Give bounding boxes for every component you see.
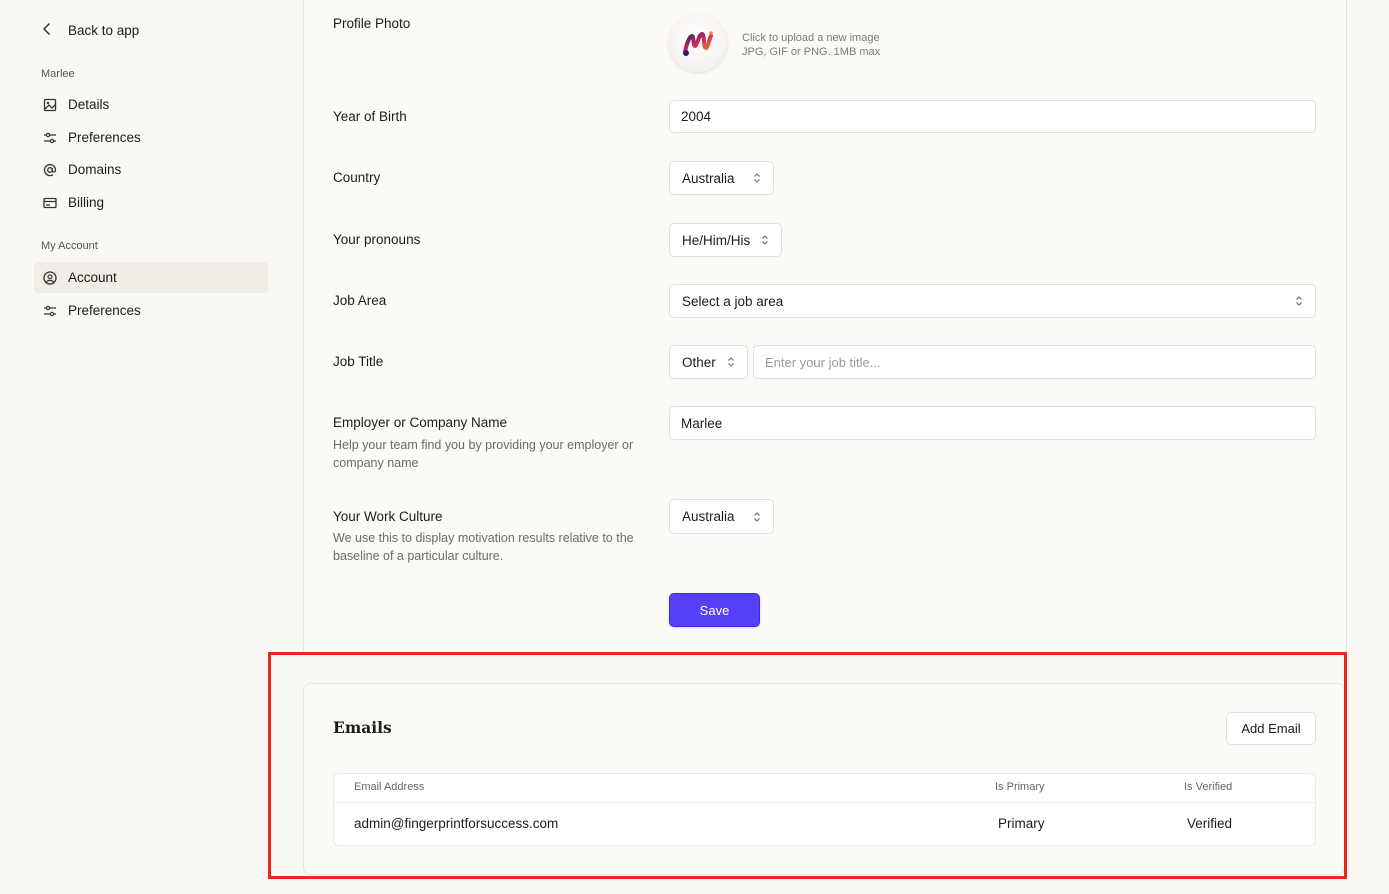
emails-title: Emails xyxy=(333,718,392,737)
upload-hint: Click to upload a new image xyxy=(742,32,880,44)
employer-value: Marlee xyxy=(681,415,723,431)
column-header-verified: Is Verified xyxy=(1184,781,1233,793)
year-of-birth-value: 2004 xyxy=(681,109,712,124)
pronouns-value: He/Him/His xyxy=(682,232,751,248)
job-title-input[interactable]: Enter your job title... xyxy=(753,345,1316,379)
sidebar-item-label: Account xyxy=(68,270,117,285)
credit-card-icon xyxy=(42,195,58,211)
save-button[interactable]: Save xyxy=(669,593,760,627)
email-verified-cell: Verified xyxy=(1187,816,1233,831)
job-area-label: Job Area xyxy=(333,293,387,308)
employer-input[interactable]: Marlee xyxy=(669,406,1316,440)
job-area-value: Select a job area xyxy=(682,293,784,309)
country-label: Country xyxy=(333,170,381,185)
sidebar-item-domains[interactable]: Domains xyxy=(34,154,268,185)
email-address-cell: admin@fingerprintforsuccess.com xyxy=(354,816,559,831)
upload-formats: JPG, GIF or PNG. 1MB max xyxy=(742,46,881,58)
work-culture-help-text: We use this to display motivation result… xyxy=(333,531,634,563)
year-of-birth-label: Year of Birth xyxy=(333,109,407,124)
select-caret-icon xyxy=(1295,295,1303,307)
employer-label: Employer or Company Name xyxy=(333,415,508,430)
job-title-label: Job Title xyxy=(333,354,384,369)
job-title-type-value: Other xyxy=(682,354,716,370)
job-title-placeholder: Enter your job title... xyxy=(765,354,881,370)
sidebar-item-billing[interactable]: Billing xyxy=(34,187,268,218)
image-icon xyxy=(42,97,58,113)
user-circle-icon xyxy=(42,270,58,286)
work-culture-select[interactable]: Australia xyxy=(669,499,774,534)
email-primary-cell: Primary xyxy=(998,816,1045,831)
chevron-left-icon xyxy=(40,22,54,39)
upload-instructions[interactable]: Click to upload a new image JPG, GIF or … xyxy=(742,31,880,59)
pronouns-select[interactable]: He/Him/His xyxy=(669,223,782,257)
marlee-logo-icon xyxy=(683,31,713,56)
table-header-divider xyxy=(334,802,1315,803)
add-email-button[interactable]: Add Email xyxy=(1226,712,1316,745)
sidebar-item-label: Preferences xyxy=(68,303,141,318)
back-to-app-link[interactable]: Back to app xyxy=(40,20,139,40)
sliders-icon xyxy=(42,130,58,146)
select-caret-icon xyxy=(753,511,761,523)
section-label-org: Marlee xyxy=(41,68,75,80)
sidebar-item-account[interactable]: Account xyxy=(34,262,268,293)
year-of-birth-input[interactable]: 2004 xyxy=(669,100,1316,133)
sidebar-item-preferences[interactable]: Preferences xyxy=(34,122,268,153)
profile-photo-avatar[interactable] xyxy=(669,14,727,72)
sliders-icon xyxy=(42,303,58,319)
column-header-primary: Is Primary xyxy=(995,781,1045,793)
select-caret-icon xyxy=(727,356,735,368)
employer-help-text: Help your team find you by providing you… xyxy=(333,438,634,470)
sidebar-item-label: Preferences xyxy=(68,130,141,145)
work-culture-value: Australia xyxy=(682,509,735,524)
work-culture-label: Your Work Culture xyxy=(333,509,443,524)
select-caret-icon xyxy=(753,172,761,184)
profile-photo-label: Profile Photo xyxy=(333,16,411,31)
sidebar-item-label: Billing xyxy=(68,195,105,210)
sidebar-item-label: Details xyxy=(68,97,110,112)
country-value: Australia xyxy=(682,170,735,186)
back-label: Back to app xyxy=(68,22,140,38)
job-area-select[interactable]: Select a job area xyxy=(669,284,1316,318)
emails-table xyxy=(333,773,1316,846)
job-title-type-select[interactable]: Other xyxy=(669,345,748,379)
at-icon xyxy=(42,162,58,178)
select-caret-icon xyxy=(761,234,769,246)
sidebar: Back to app Marlee Details Preferences D… xyxy=(0,0,303,894)
column-header-email: Email Address xyxy=(354,781,425,793)
pronouns-label: Your pronouns xyxy=(333,232,421,247)
section-label-my-account: My Account xyxy=(41,240,98,252)
sidebar-item-label: Domains xyxy=(68,162,122,177)
sidebar-item-account-preferences[interactable]: Preferences xyxy=(34,295,268,326)
country-select[interactable]: Australia xyxy=(669,161,774,195)
sidebar-item-details[interactable]: Details xyxy=(34,89,268,120)
